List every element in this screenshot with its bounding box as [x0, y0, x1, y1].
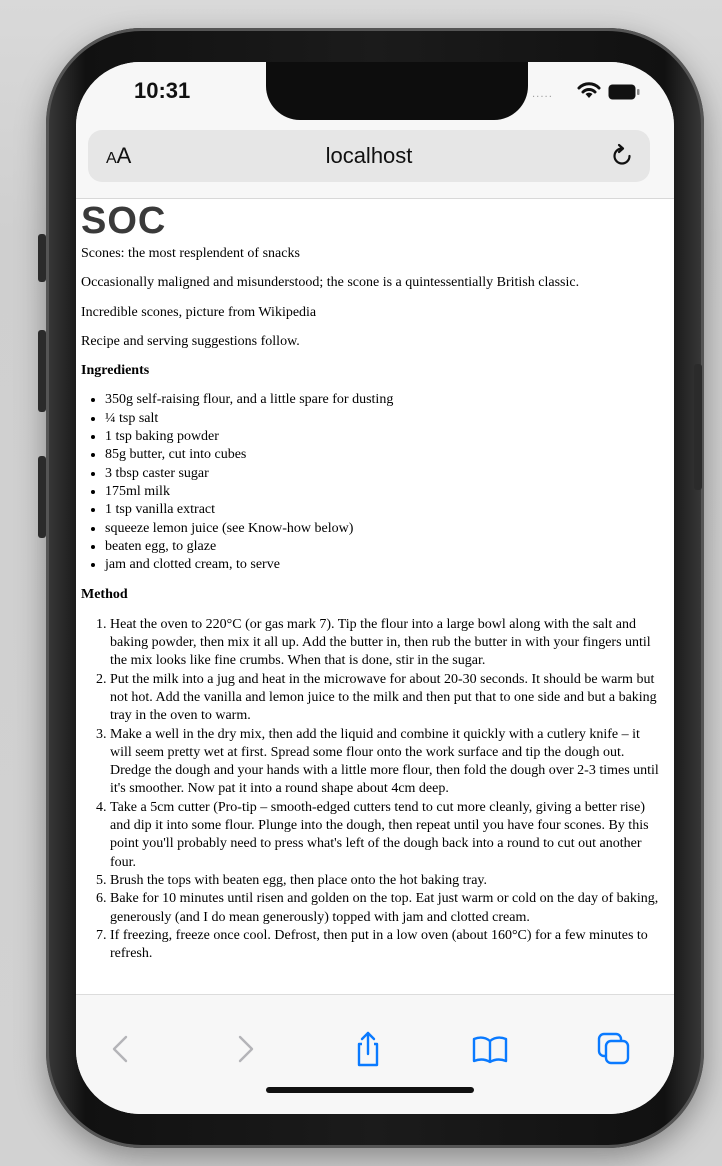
forward-icon[interactable] — [224, 1029, 264, 1069]
power-button — [694, 364, 702, 490]
method-step: Heat the oven to 220°C (or gas mark 7). … — [110, 616, 660, 671]
method-list: Heat the oven to 220°C (or gas mark 7). … — [81, 616, 660, 964]
reload-icon[interactable] — [608, 142, 636, 170]
status-icons: ..... — [532, 80, 642, 104]
ingredient-item: jam and clotted cream, to serve — [105, 556, 660, 574]
image-caption: Incredible scones, picture from Wikipedi… — [81, 304, 317, 320]
notch — [266, 62, 528, 120]
ingredient-item: ¼ tsp salt — [105, 410, 660, 428]
ingredient-item: 85g butter, cut into cubes — [105, 446, 660, 464]
method-step: Make a well in the dry mix, then add the… — [110, 726, 660, 799]
browser-toolbar — [76, 994, 674, 1114]
ingredient-item: squeeze lemon juice (see Know-how below) — [105, 520, 660, 538]
intro-paragraph: Occasionally maligned and misunderstood;… — [81, 275, 580, 291]
device-stage: 10:31 ..... AA localhost SOC Scones: the… — [0, 0, 722, 1166]
method-heading: Method — [81, 587, 128, 603]
intro-note: Recipe and serving suggestions follow. — [81, 333, 300, 349]
volume-up-button — [38, 330, 46, 412]
ingredient-item: 175ml milk — [105, 483, 660, 501]
phone-screen: 10:31 ..... AA localhost SOC Scones: the… — [76, 62, 674, 1114]
method-step: Brush the tops with beaten egg, then pla… — [110, 872, 660, 890]
url-text[interactable]: localhost — [88, 143, 650, 169]
ingredient-item: 350g self-raising flour, and a little sp… — [105, 391, 660, 409]
back-icon[interactable] — [102, 1029, 142, 1069]
logo-text: SOC — [81, 200, 167, 242]
ingredient-item: 1 tsp baking powder — [105, 428, 660, 446]
site-logo: SOC — [81, 201, 660, 241]
wifi-icon — [577, 82, 601, 98]
page-tagline: Scones: the most resplendent of snacks — [81, 246, 300, 261]
ingredient-item: beaten egg, to glaze — [105, 538, 660, 556]
browser-top-chrome: 10:31 ..... AA localhost — [76, 62, 674, 199]
ingredients-list: 350g self-raising flour, and a little sp… — [81, 391, 660, 574]
tabs-icon[interactable] — [594, 1029, 634, 1069]
signal-dots-icon: ..... — [532, 89, 553, 100]
home-indicator — [266, 1087, 474, 1093]
method-step: Bake for 10 minutes until risen and gold… — [110, 890, 660, 927]
bookmarks-icon[interactable] — [470, 1029, 510, 1069]
share-icon[interactable] — [348, 1029, 388, 1069]
method-step: Take a 5cm cutter (Pro-tip – smooth-edge… — [110, 799, 660, 872]
silent-switch — [38, 234, 46, 282]
address-bar[interactable]: AA localhost — [88, 130, 650, 182]
ingredient-item: 1 tsp vanilla extract — [105, 501, 660, 519]
battery-icon — [608, 84, 640, 100]
status-time: 10:31 — [134, 78, 191, 103]
volume-down-button — [38, 456, 46, 538]
ingredients-heading: Ingredients — [81, 363, 150, 379]
method-step: Put the milk into a jug and heat in the … — [110, 671, 660, 726]
method-step: If freezing, freeze once cool. Defrost, … — [110, 927, 660, 964]
ingredient-item: 3 tbsp caster sugar — [105, 465, 660, 483]
web-content: SOC Scones: the most resplendent of snac… — [76, 199, 674, 993]
